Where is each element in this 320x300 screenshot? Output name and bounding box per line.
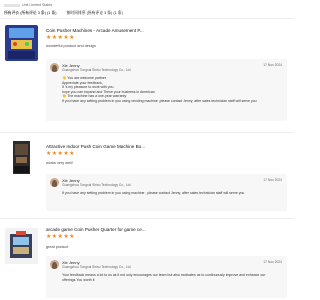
masked-text [4, 3, 20, 7]
breadcrumb: Unit Limited States [4, 3, 52, 7]
product-title[interactable]: Coin Pusher Machines - Arcade Amusement … [46, 28, 144, 33]
review-text: wonderful product and design [46, 44, 96, 48]
product-thumbnail[interactable] [5, 139, 38, 175]
product-thumbnail[interactable] [5, 228, 38, 264]
product-thumbnail[interactable] [5, 25, 38, 61]
reply-date: 17 Nov 2024 [263, 178, 282, 182]
divider [0, 218, 294, 219]
replier-company: Guangzhou Tongxai Shisu Technology Co., … [62, 67, 132, 72]
divider [0, 132, 294, 133]
reply-body: If you have any setting problem in you u… [62, 191, 245, 195]
replier-company: Guangzhou Tongxai Shisu Technology Co., … [62, 182, 132, 187]
breadcrumb-label: Unit Limited States [22, 3, 53, 7]
seller-reply: Xie Jenny Guangzhou Tongxai Shisu Techno… [46, 174, 287, 211]
divider [0, 18, 294, 19]
replier-company: Guangzhou Tongxai Shisu Technology Co., … [62, 264, 132, 269]
product-title[interactable]: Attractive Indoor Push Coin Game Machine… [46, 144, 145, 149]
rating-stars: ★★★★★ [46, 234, 75, 240]
rating-stars: ★★★★★ [46, 35, 75, 41]
reply-body: 👋 You are welcome partner Appreciate you… [62, 76, 257, 103]
avatar [50, 63, 59, 72]
product-title[interactable]: arcade game Coin Pusher Quarter for game… [46, 227, 146, 232]
review-text: works very well! [46, 161, 73, 165]
avatar [50, 178, 59, 187]
reply-date: 17 Nov 2024 [263, 63, 282, 67]
seller-reply: Xie Jenny Guangzhou Tongxai Shisu Techno… [46, 256, 287, 298]
reply-date: 17 Nov 2024 [263, 260, 282, 264]
review-text: great product [46, 245, 69, 249]
reply-body: Your feedback means a lot to us as it no… [62, 273, 266, 282]
avatar [50, 260, 59, 269]
rating-stars: ★★★★★ [46, 151, 75, 157]
seller-reply: Xie Jenny Guangzhou Tongxai Shisu Techno… [46, 59, 287, 121]
